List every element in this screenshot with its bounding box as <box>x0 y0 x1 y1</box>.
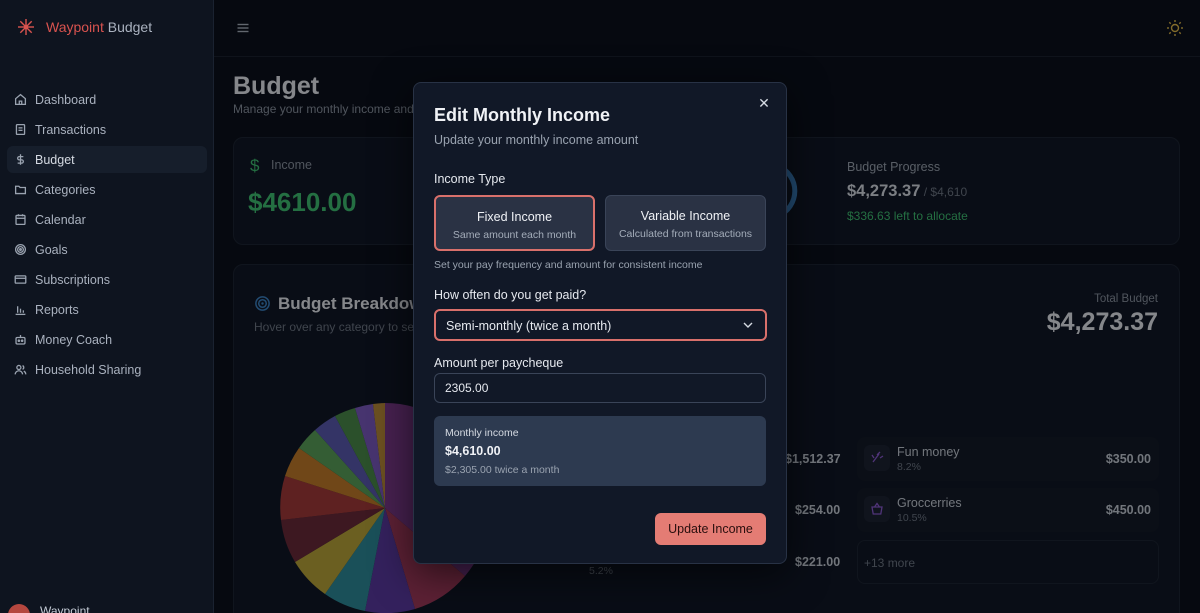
frequency-label: How often do you get paid? <box>434 288 587 302</box>
receipt-icon <box>15 123 26 136</box>
sidebar-item-dashboard[interactable]: Dashboard <box>7 86 207 113</box>
logo-icon <box>18 19 34 35</box>
brand[interactable]: Waypoint Budget <box>16 16 152 38</box>
sidebar-item-reports[interactable]: Reports <box>7 296 207 323</box>
summary-detail: $2,305.00 twice a month <box>445 464 560 476</box>
sidebar-item-label: Money Coach <box>35 332 113 347</box>
sidebar: Waypoint Budget Dashboard Transactions B… <box>0 0 214 613</box>
sidebar-item-household-sharing[interactable]: Household Sharing <box>7 356 207 383</box>
income-type-help: Set your pay frequency and amount for co… <box>434 259 703 271</box>
summary-label: Monthly income <box>445 427 519 439</box>
users-icon <box>14 364 27 375</box>
dialog-title: Edit Monthly Income <box>434 105 611 125</box>
brand-name-part1: Waypoint <box>46 19 104 35</box>
sidebar-item-label: Categories <box>35 182 96 197</box>
pay-frequency-select[interactable]: Semi-monthly (twice a month) <box>434 309 767 341</box>
variable-income-title: Variable Income <box>640 209 731 223</box>
close-icon[interactable]: ✕ <box>756 95 772 111</box>
folder-icon <box>14 185 27 195</box>
sidebar-item-goals[interactable]: Goals <box>7 236 207 263</box>
sidebar-item-money-coach[interactable]: Money Coach <box>7 326 207 353</box>
chevron-down-icon <box>743 322 753 328</box>
update-income-button[interactable]: Update Income <box>655 513 766 545</box>
home-icon <box>14 93 27 106</box>
sidebar-item-label: Subscriptions <box>35 272 111 287</box>
calendar-icon <box>15 214 26 226</box>
fixed-income-option[interactable]: Fixed Income Same amount each month <box>434 195 595 251</box>
summary-value: $4,610.00 <box>445 444 501 458</box>
monthly-income-summary: Monthly income $4,610.00 $2,305.00 twice… <box>434 416 766 486</box>
sidebar-item-calendar[interactable]: Calendar <box>7 206 207 233</box>
avatar[interactable] <box>8 604 30 613</box>
amount-label: Amount per paycheque <box>434 356 564 370</box>
card-icon <box>14 275 27 284</box>
sidebar-item-label: Household Sharing <box>35 362 142 377</box>
income-type-label: Income Type <box>434 172 506 186</box>
sidebar-item-label: Reports <box>35 302 79 317</box>
bot-icon <box>15 335 26 345</box>
brand-name-part2: Budget <box>103 19 153 35</box>
fixed-income-desc: Same amount each month <box>452 229 577 241</box>
dialog-subtitle: Update your monthly income amount <box>434 133 639 147</box>
sidebar-item-label: Goals <box>35 242 68 257</box>
sidebar-item-label: Transactions <box>35 122 107 137</box>
variable-income-option[interactable]: Variable Income Calculated from transact… <box>605 195 766 251</box>
sidebar-item-budget[interactable]: Budget <box>7 146 207 173</box>
user-name: Waypoint <box>40 604 90 613</box>
variable-income-desc: Calculated from transactions <box>618 228 753 240</box>
pay-frequency-value: Semi-monthly (twice a month) <box>446 319 612 333</box>
amount-input[interactable] <box>434 373 766 403</box>
sidebar-item-categories[interactable]: Categories <box>7 176 207 203</box>
fixed-income-title: Fixed Income <box>476 210 553 224</box>
sidebar-item-label: Calendar <box>35 212 86 227</box>
sidebar-nav: Dashboard Transactions Budget Categories… <box>7 86 207 386</box>
dollar-icon <box>17 154 24 165</box>
bar-chart-icon <box>15 306 26 316</box>
edit-income-dialog: ✕ Edit Monthly Income Update your monthl… <box>413 82 787 564</box>
sidebar-item-label: Budget <box>35 152 75 167</box>
sidebar-item-subscriptions[interactable]: Subscriptions <box>7 266 207 293</box>
sidebar-item-transactions[interactable]: Transactions <box>7 116 207 143</box>
target-icon <box>14 243 27 256</box>
sidebar-item-label: Dashboard <box>35 92 97 107</box>
